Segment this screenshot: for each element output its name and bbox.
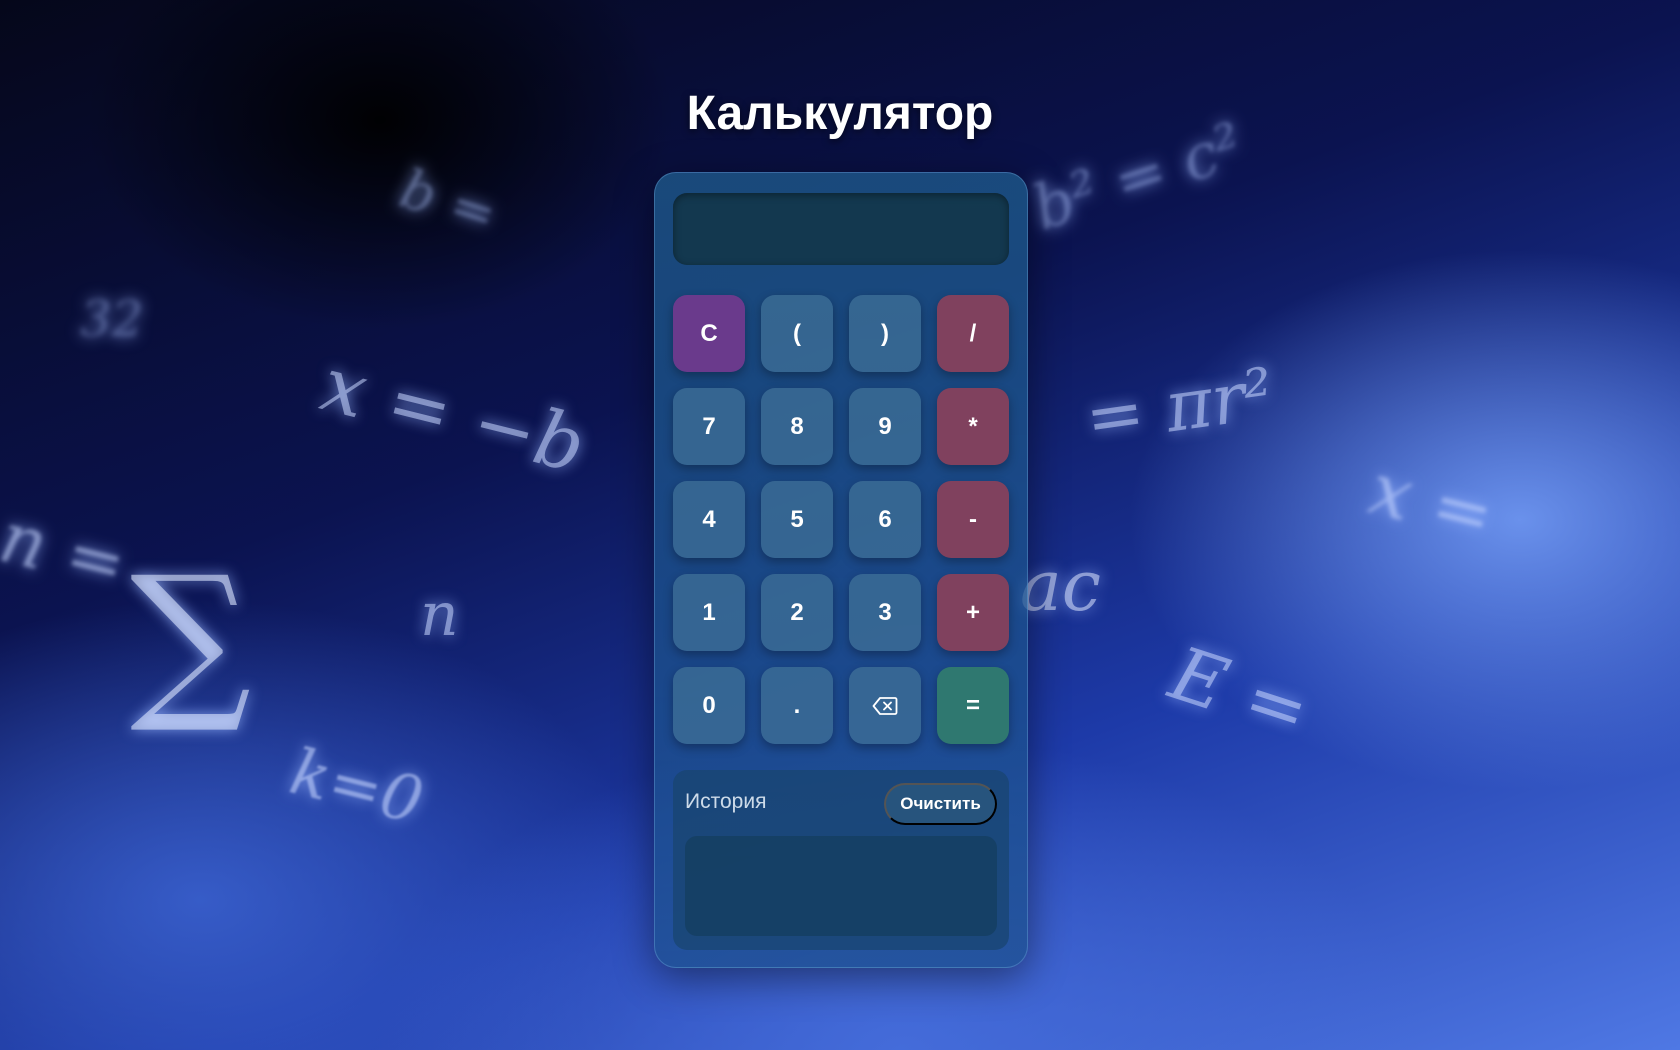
digit-3-button[interactable]: 3 xyxy=(849,574,921,651)
equals-button[interactable]: = xyxy=(937,667,1009,744)
background-formula: x = −b xyxy=(313,339,594,490)
digit-0-button[interactable]: 0 xyxy=(673,667,745,744)
background-formula: x = xyxy=(1361,446,1503,558)
page-title: Калькулятор xyxy=(686,87,994,140)
digit-2-button[interactable]: 2 xyxy=(761,574,833,651)
history-list[interactable] xyxy=(685,836,997,936)
history-panel: История Очистить xyxy=(673,770,1009,950)
background-formula: ac xyxy=(1020,545,1101,627)
close-paren-button[interactable]: ) xyxy=(849,295,921,372)
divide-button[interactable]: / xyxy=(937,295,1009,372)
digit-4-button[interactable]: 4 xyxy=(673,481,745,558)
digit-5-button[interactable]: 5 xyxy=(761,481,833,558)
background-formula: = πr² xyxy=(1080,352,1279,460)
open-paren-button[interactable]: ( xyxy=(761,295,833,372)
digit-1-button[interactable]: 1 xyxy=(673,574,745,651)
multiply-button[interactable]: * xyxy=(937,388,1009,465)
background-formula: ∑ xyxy=(130,540,252,738)
background-formula: n = xyxy=(0,495,135,607)
background-formula: E = xyxy=(1160,630,1320,756)
decimal-point-button[interactable]: . xyxy=(761,667,833,744)
add-button[interactable]: + xyxy=(937,574,1009,651)
calculator-panel: C ( ) / 7 8 9 * 4 5 6 - 1 2 3 + 0 . = Ис… xyxy=(654,172,1028,968)
digit-9-button[interactable]: 9 xyxy=(849,388,921,465)
background-formula: k=0 xyxy=(283,734,431,840)
calculator-display xyxy=(673,193,1009,265)
background-formula: 32 xyxy=(80,290,144,348)
digit-6-button[interactable]: 6 xyxy=(849,481,921,558)
backspace-button[interactable] xyxy=(849,667,921,744)
digit-7-button[interactable]: 7 xyxy=(673,388,745,465)
subtract-button[interactable]: - xyxy=(937,481,1009,558)
clear-history-button[interactable]: Очистить xyxy=(884,783,997,825)
backspace-icon xyxy=(872,696,898,715)
background-formula: n xyxy=(420,580,459,650)
clear-button[interactable]: C xyxy=(673,295,745,372)
history-title: История xyxy=(685,790,767,813)
keypad: C ( ) / 7 8 9 * 4 5 6 - 1 2 3 + 0 . = xyxy=(673,295,1009,744)
background-formula: b = xyxy=(392,156,505,247)
digit-8-button[interactable]: 8 xyxy=(761,388,833,465)
